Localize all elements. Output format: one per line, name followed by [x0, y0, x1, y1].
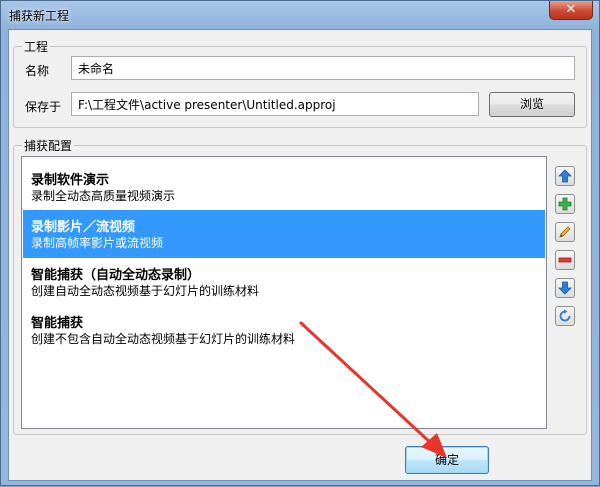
list-item-description: 录制高帧率影片或流视频: [31, 236, 164, 250]
ok-button[interactable]: 确定: [405, 446, 489, 474]
move-up-icon: [558, 169, 572, 183]
add-icon: [558, 197, 572, 211]
capture-config-group-label: 捕获配置: [22, 137, 75, 154]
save-location-label: 保存于: [25, 100, 62, 114]
list-item-title: 智能捕获（自动全动态录制）: [31, 268, 201, 283]
title-bar[interactable]: 捕获新工程 ✕: [1, 1, 599, 27]
browse-button[interactable]: 浏览: [489, 92, 575, 117]
remove-icon: [558, 257, 572, 263]
save-location-input[interactable]: [71, 92, 479, 116]
name-label: 名称: [25, 64, 50, 78]
list-item-smart-capture-auto-fmr[interactable]: 智能捕获（自动全动态录制） 创建自动全动态视频基于幻灯片的训练材料: [23, 258, 545, 306]
list-item-description: 创建自动全动态视频基于幻灯片的训练材料: [31, 284, 260, 298]
add-button[interactable]: [555, 194, 575, 214]
list-item-smart-capture[interactable]: 智能捕获 创建不包含自动全动态视频基于幻灯片的训练材料: [23, 306, 545, 354]
remove-button[interactable]: [555, 250, 575, 270]
move-up-button[interactable]: [555, 166, 575, 186]
edit-button[interactable]: [555, 222, 575, 242]
list-item-record-software-demo[interactable]: 录制软件演示 录制全动态高质量视频演示: [23, 163, 545, 211]
edit-icon: [559, 226, 571, 238]
move-down-icon: [558, 281, 572, 295]
list-item-description: 创建不包含自动全动态视频基于幻灯片的训练材料: [31, 332, 296, 346]
reset-button[interactable]: [555, 306, 575, 326]
list-item-title: 录制软件演示: [31, 173, 110, 188]
dialog-client-area: 工程 名称 保存于 浏览 捕获配置 录制软件演示 录制全动态高质量视频演示 录制…: [8, 29, 592, 481]
list-item-record-video-stream[interactable]: 录制影片／流视频 录制高帧率影片或流视频: [23, 210, 545, 258]
dialog-window: 捕获新工程 ✕ 工程 名称 保存于 浏览 捕获配置 录制软件演示 录制全动态高质…: [0, 0, 600, 486]
window-title: 捕获新工程: [9, 9, 70, 23]
list-item-title: 智能捕获: [31, 316, 84, 331]
reset-icon: [559, 309, 571, 322]
close-button[interactable]: ✕: [549, 1, 593, 20]
list-item-title: 录制影片／流视频: [31, 220, 136, 235]
name-input[interactable]: [71, 56, 575, 80]
list-item-description: 录制全动态高质量视频演示: [31, 189, 176, 203]
move-down-button[interactable]: [555, 278, 575, 298]
close-icon: ✕: [565, 2, 577, 17]
project-group-label: 工程: [22, 38, 51, 55]
capture-mode-list[interactable]: 录制软件演示 录制全动态高质量视频演示 录制影片／流视频 录制高帧率影片或流视频…: [21, 156, 547, 429]
